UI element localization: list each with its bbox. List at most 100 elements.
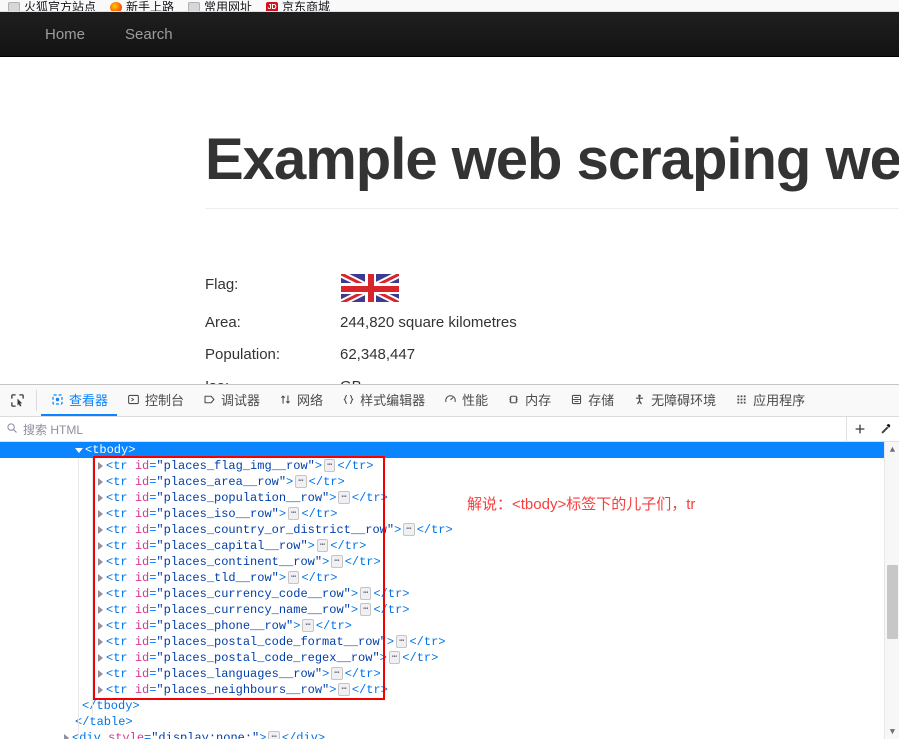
chevron-down-icon[interactable]	[75, 445, 85, 455]
dom-attr-eq: =	[149, 635, 157, 649]
chevron-right-icon[interactable]	[96, 541, 106, 551]
dom-node-close-table[interactable]: </table>	[0, 714, 899, 730]
bookmark-item[interactable]: 常用网址	[188, 1, 252, 11]
chevron-right-icon[interactable]	[96, 493, 106, 503]
bookmark-item[interactable]: JD 京东商城	[266, 1, 330, 11]
dom-node-tr[interactable]: <tr id = "places_continent__row" > ⋯ </tr>	[0, 554, 899, 570]
dom-node-tr[interactable]: <tr id = "places_population__row" > ⋯ </tr>	[0, 490, 899, 506]
collapsed-children-icon[interactable]: ⋯	[288, 570, 300, 584]
dom-attr-value: "places_languages__row"	[156, 667, 323, 681]
markup-scrollbar[interactable]: ▲ ▼	[884, 442, 899, 739]
dom-node-tr[interactable]: <tr id = "places_flag_img__row" > ⋯ </tr>	[0, 458, 899, 474]
scroll-up-arrow[interactable]: ▲	[885, 442, 899, 457]
dom-node-tr[interactable]: <tr id = "places_postal_code_regex__row" > ⋯…	[0, 650, 899, 666]
collapsed-children-icon[interactable]: ⋯	[324, 458, 336, 472]
chevron-right-icon[interactable]	[96, 573, 106, 583]
dom-node-tbody[interactable]: <tbody>	[0, 442, 899, 458]
search-input[interactable]: 搜索 HTML	[6, 421, 846, 438]
dom-node-tag: <tr	[106, 523, 128, 537]
dom-node-tr[interactable]: <tr id = "places_postal_code_format__row" >…	[0, 634, 899, 650]
tab-storage[interactable]: 存储	[560, 385, 623, 416]
chevron-right-icon[interactable]	[96, 461, 106, 471]
markup-view[interactable]: ▲ ▼ <tbody> <tr id = "places_flag_img__row…	[0, 442, 899, 739]
chevron-right-icon[interactable]	[96, 477, 106, 487]
dom-attr-name: id	[134, 651, 150, 665]
nav-link-search[interactable]: Search	[110, 20, 188, 49]
collapsed-children-icon[interactable]: ⋯	[396, 634, 408, 648]
chevron-right-icon[interactable]	[96, 589, 106, 599]
dom-node-tr[interactable]: <tr id = "places_area__row" > ⋯ </tr>	[0, 474, 899, 490]
dom-attr-value: "places_population__row"	[156, 491, 330, 505]
tab-console[interactable]: 控制台	[117, 385, 193, 416]
collapsed-children-icon[interactable]: ⋯	[338, 490, 350, 504]
dom-tag-close-bracket: >	[278, 571, 287, 585]
dom-node-close-tbody[interactable]: </tbody>	[0, 698, 899, 714]
chevron-right-icon[interactable]	[96, 669, 106, 679]
dom-node-tr[interactable]: <tr id = "places_iso__row" > ⋯ </tr>	[0, 506, 899, 522]
tab-accessibility[interactable]: 无障碍环境	[623, 385, 725, 416]
tab-label: 内存	[525, 393, 552, 408]
chevron-right-icon[interactable]	[96, 509, 106, 519]
scrollbar-thumb[interactable]	[887, 565, 898, 639]
element-picker-icon[interactable]	[2, 385, 32, 416]
tab-style-editor[interactable]: 样式编辑器	[332, 385, 434, 416]
tab-inspector[interactable]: 查看器	[41, 385, 118, 416]
tab-performance[interactable]: 性能	[434, 385, 497, 416]
collapsed-children-icon[interactable]: ⋯	[316, 538, 329, 552]
accessibility-icon	[632, 393, 646, 407]
collapsed-children-icon[interactable]: ⋯	[331, 554, 343, 568]
page-icon	[8, 1, 20, 11]
collapsed-children-icon[interactable]: ⋯	[388, 650, 401, 664]
dom-attr-value: "places_flag_img__row"	[156, 459, 315, 473]
collapsed-children-icon[interactable]: ⋯	[338, 682, 350, 696]
dom-node-close-tag: </tr>	[416, 523, 453, 537]
dom-tag-close-bracket: >	[386, 635, 395, 649]
dom-node-tr[interactable]: <tr id = "places_currency_code__row" > ⋯ </tr…	[0, 586, 899, 602]
dom-attr-name: id	[134, 475, 150, 489]
dom-attr-name: id	[134, 523, 150, 537]
tab-label: 无障碍环境	[651, 393, 717, 408]
chevron-right-icon[interactable]	[96, 685, 106, 695]
chevron-right-icon[interactable]	[96, 605, 106, 615]
dom-node-tr[interactable]: <tr id = "places_phone__row" > ⋯ </tr>	[0, 618, 899, 634]
dom-node-tr[interactable]: <tr id = "places_languages__row" > ⋯ </tr>	[0, 666, 899, 682]
collapsed-children-icon[interactable]: ⋯	[288, 506, 300, 520]
chevron-right-icon[interactable]	[96, 557, 106, 567]
tab-label: 网络	[297, 393, 324, 408]
scroll-down-arrow[interactable]: ▼	[885, 724, 899, 739]
chevron-right-icon[interactable]	[96, 621, 106, 631]
dom-node-tr[interactable]: <tr id = "places_tld__row" > ⋯ </tr>	[0, 570, 899, 586]
collapsed-children-icon[interactable]: ⋯	[302, 618, 314, 632]
dom-node-tr[interactable]: <tr id = "places_country_or_district__row"…	[0, 522, 899, 538]
nav-link-home[interactable]: Home	[30, 20, 100, 49]
dom-node-tag: <tbody>	[85, 443, 136, 457]
dom-node-tr[interactable]: <tr id = "places_neighbours__row" > ⋯ </tr>	[0, 682, 899, 698]
tab-network[interactable]: 网络	[269, 385, 332, 416]
toolbar-divider	[36, 390, 37, 411]
dom-attr-eq: =	[149, 523, 157, 537]
collapsed-children-icon[interactable]: ⋯	[295, 474, 307, 488]
row-value: 244,820 square kilometres	[340, 314, 517, 331]
tab-application[interactable]: 应用程序	[725, 385, 814, 416]
chevron-right-icon[interactable]	[62, 733, 72, 739]
bookmark-item[interactable]: 火狐官方站点	[8, 1, 96, 11]
chevron-right-icon[interactable]	[96, 653, 106, 663]
dom-node-tr[interactable]: <tr id = "places_currency_name__row" > ⋯ </tr…	[0, 602, 899, 618]
dom-node-close-tag: </tr>	[315, 619, 352, 633]
dom-tag-close-bracket: >	[329, 491, 337, 505]
collapsed-children-icon[interactable]: ⋯	[360, 586, 372, 600]
collapsed-children-icon[interactable]: ⋯	[403, 522, 415, 536]
collapsed-children-icon[interactable]: ⋯	[360, 602, 372, 616]
dom-node-tr[interactable]: <tr id = "places_capital__row" > ⋯ </tr>	[0, 538, 899, 554]
eyedropper-icon[interactable]	[873, 417, 899, 441]
dom-node-div-hidden[interactable]: <div style = "display:none;" > ⋯ </div>	[0, 730, 899, 739]
dom-attr-value: "display:none;"	[151, 731, 260, 739]
chevron-right-icon[interactable]	[96, 637, 106, 647]
tab-debugger[interactable]: 调试器	[193, 385, 269, 416]
chevron-right-icon[interactable]	[96, 525, 106, 535]
tab-memory[interactable]: 内存	[497, 385, 560, 416]
collapsed-children-icon[interactable]: ⋯	[331, 666, 343, 680]
bookmark-item[interactable]: 新手上路	[110, 1, 174, 11]
collapsed-children-icon[interactable]: ⋯	[268, 730, 280, 739]
plus-icon[interactable]	[847, 417, 873, 441]
